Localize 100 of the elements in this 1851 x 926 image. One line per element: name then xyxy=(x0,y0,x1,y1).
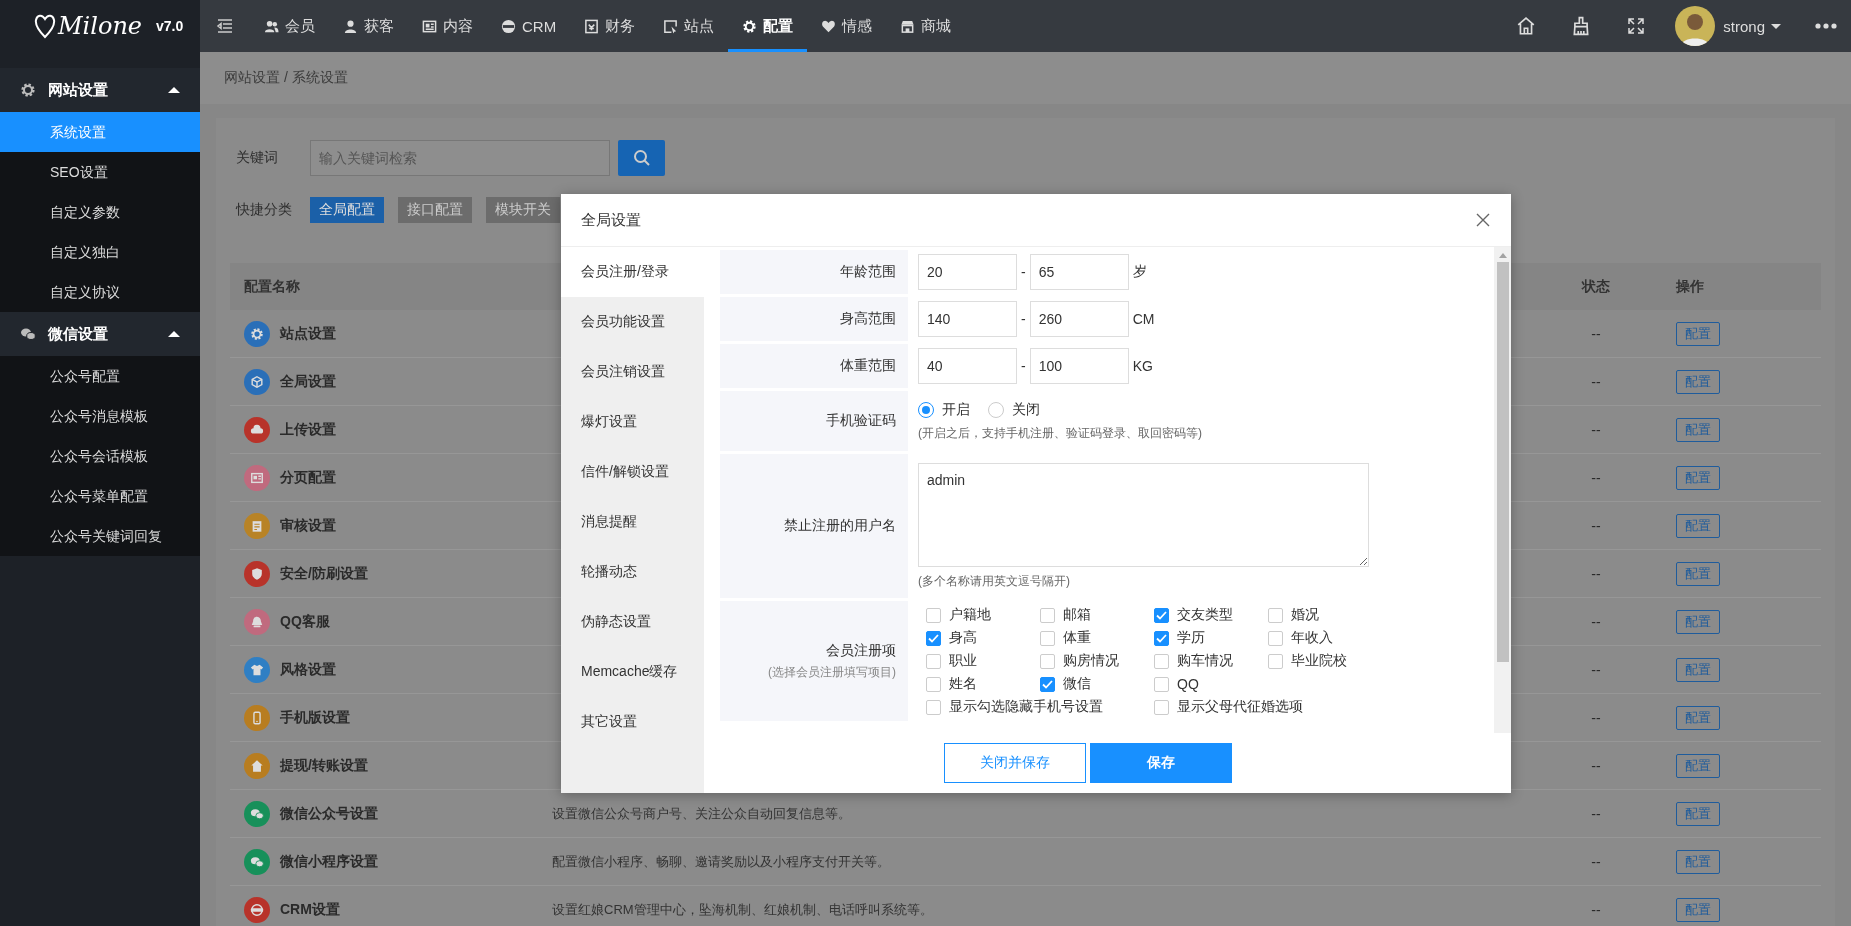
newspaper-icon xyxy=(422,18,437,34)
text-area[interactable]: admin xyxy=(918,462,1369,567)
checkbox[interactable] xyxy=(1154,699,1169,715)
checkbox[interactable] xyxy=(1268,630,1283,646)
checkbox-label: 微信 xyxy=(1063,675,1091,693)
input-field[interactable]: 140 xyxy=(918,301,1017,337)
nav-tab[interactable]: CRM xyxy=(487,0,571,52)
table-cell: -- xyxy=(1591,853,1601,870)
nav-tab[interactable]: 商城 xyxy=(886,0,966,52)
checkbox-label: 交友类型 xyxy=(1177,606,1233,624)
nav-tab[interactable]: 获客 xyxy=(329,0,408,52)
table-cell: -- xyxy=(1591,373,1601,390)
nav-tab[interactable]: 站点 xyxy=(649,0,729,52)
settings-tab[interactable]: 爆灯设置 xyxy=(561,397,704,447)
checkbox[interactable] xyxy=(926,676,941,692)
user-menu[interactable]: strong xyxy=(1723,17,1781,35)
unit-label: KG xyxy=(1132,358,1153,374)
settings-tab[interactable]: 会员功能设置 xyxy=(561,297,704,347)
sidebar-item[interactable]: 公众号消息模板 xyxy=(0,396,200,436)
input-field[interactable]: 65 xyxy=(1029,254,1129,290)
sidebar-group[interactable]: 网站设置 xyxy=(0,68,200,112)
range-separator: - xyxy=(1021,311,1026,327)
close-icon[interactable] xyxy=(1475,212,1491,228)
table-cell: -- xyxy=(1591,469,1601,486)
checkbox-label: 年收入 xyxy=(1291,629,1333,647)
checkbox-label: 毕业院校 xyxy=(1291,652,1347,670)
checkbox[interactable] xyxy=(926,607,941,623)
sidebar-item[interactable]: 自定义独白 xyxy=(0,232,200,272)
field-label: 身高范围 xyxy=(840,310,896,328)
checkbox[interactable] xyxy=(1040,607,1055,623)
nav-tab[interactable]: 情感 xyxy=(807,0,887,52)
category-tag[interactable]: 全局配置 xyxy=(310,197,384,223)
table-cell: 设置红娘CRM管理中心，坠海机制、红娘机制、电话呼叫系统等。 xyxy=(552,900,933,919)
table-cell: -- xyxy=(1591,517,1601,534)
checkbox[interactable] xyxy=(1040,676,1055,692)
table-cell: -- xyxy=(1591,421,1601,438)
sidebar-item[interactable]: 公众号配置 xyxy=(0,356,200,396)
range-separator: - xyxy=(1021,358,1026,374)
sidebar-item[interactable]: 自定义参数 xyxy=(0,192,200,232)
settings-tab[interactable]: 信件/解锁设置 xyxy=(561,447,704,497)
search-button[interactable] xyxy=(618,140,665,176)
input-field[interactable]: 20 xyxy=(918,254,1017,290)
sidebar-item[interactable]: SEO设置 xyxy=(0,152,200,192)
settings-tab[interactable]: 伪静态设置 xyxy=(561,597,704,647)
input-field[interactable]: 100 xyxy=(1029,348,1129,384)
checkbox[interactable] xyxy=(1040,653,1055,669)
table-cell: -- xyxy=(1591,901,1601,918)
settings-tab[interactable]: 会员注册/登录 xyxy=(561,247,704,297)
checkbox[interactable] xyxy=(1154,653,1169,669)
checkbox[interactable] xyxy=(1154,607,1169,623)
person-icon xyxy=(343,18,358,34)
table-cell: 上传设置 xyxy=(280,420,336,439)
checkbox[interactable] xyxy=(1154,630,1169,646)
range-separator: - xyxy=(1021,264,1026,280)
settings-tab[interactable]: Memcache缓存 xyxy=(561,647,704,697)
sidebar-item[interactable]: 公众号会话模板 xyxy=(0,436,200,476)
radio-label: 关闭 xyxy=(1012,400,1040,419)
people-icon xyxy=(264,18,279,34)
radio-label: 开启 xyxy=(942,400,970,419)
checkbox-label: 显示勾选隐藏手机号设置 xyxy=(949,698,1103,716)
avatar[interactable] xyxy=(1675,6,1716,46)
scrollbar[interactable] xyxy=(1494,247,1511,733)
settings-tab[interactable]: 其它设置 xyxy=(561,697,704,747)
column-header: 状态 xyxy=(1582,277,1610,296)
settings-tab[interactable]: 轮播动态 xyxy=(561,547,704,597)
logo-text: Milone xyxy=(58,12,143,40)
table-cell: QQ客服 xyxy=(280,612,330,631)
field-label: 手机验证码 xyxy=(826,412,896,430)
checkbox[interactable] xyxy=(926,653,941,669)
sidebar-item[interactable]: 自定义协议 xyxy=(0,272,200,312)
settings-tab[interactable]: 消息提醒 xyxy=(561,497,704,547)
settings-tab[interactable]: 会员注销设置 xyxy=(561,347,704,397)
home-icon xyxy=(1515,16,1536,36)
sidebar-group[interactable]: 微信设置 xyxy=(0,312,200,356)
nav-tab[interactable]: 内容 xyxy=(408,0,487,52)
broom-icon xyxy=(1570,16,1591,36)
nav-tab[interactable]: 财务 xyxy=(570,0,650,52)
checkbox[interactable] xyxy=(1268,653,1283,669)
hint-text: (开启之后，支持手机注册、验证码登录、取回密码等) xyxy=(918,424,1203,442)
more-icon[interactable] xyxy=(1815,23,1837,29)
caret-icon xyxy=(168,331,180,337)
field-label: 禁止注册的用户名 xyxy=(784,517,896,535)
checkbox[interactable] xyxy=(1154,676,1169,692)
input-field[interactable]: 260 xyxy=(1029,301,1129,337)
checkbox-label: 户籍地 xyxy=(949,606,991,624)
checkbox[interactable] xyxy=(926,630,941,646)
table-cell: 安全/防刷设置 xyxy=(280,564,368,583)
checkbox[interactable] xyxy=(926,699,941,715)
column-header: 操作 xyxy=(1676,277,1704,296)
checkbox[interactable] xyxy=(1040,630,1055,646)
table-cell: 微信小程序设置 xyxy=(280,852,378,871)
table-cell: -- xyxy=(1591,661,1601,678)
sidebar-item[interactable]: 公众号菜单配置 xyxy=(0,476,200,516)
gear-icon xyxy=(20,82,36,98)
checkbox[interactable] xyxy=(1268,607,1283,623)
input-field[interactable]: 40 xyxy=(918,348,1017,384)
checkbox-label: 购房情况 xyxy=(1063,652,1119,670)
sidebar-item[interactable]: 公众号关键词回复 xyxy=(0,516,200,556)
caret-icon xyxy=(168,87,180,93)
nav-tab[interactable]: 会员 xyxy=(250,0,329,52)
